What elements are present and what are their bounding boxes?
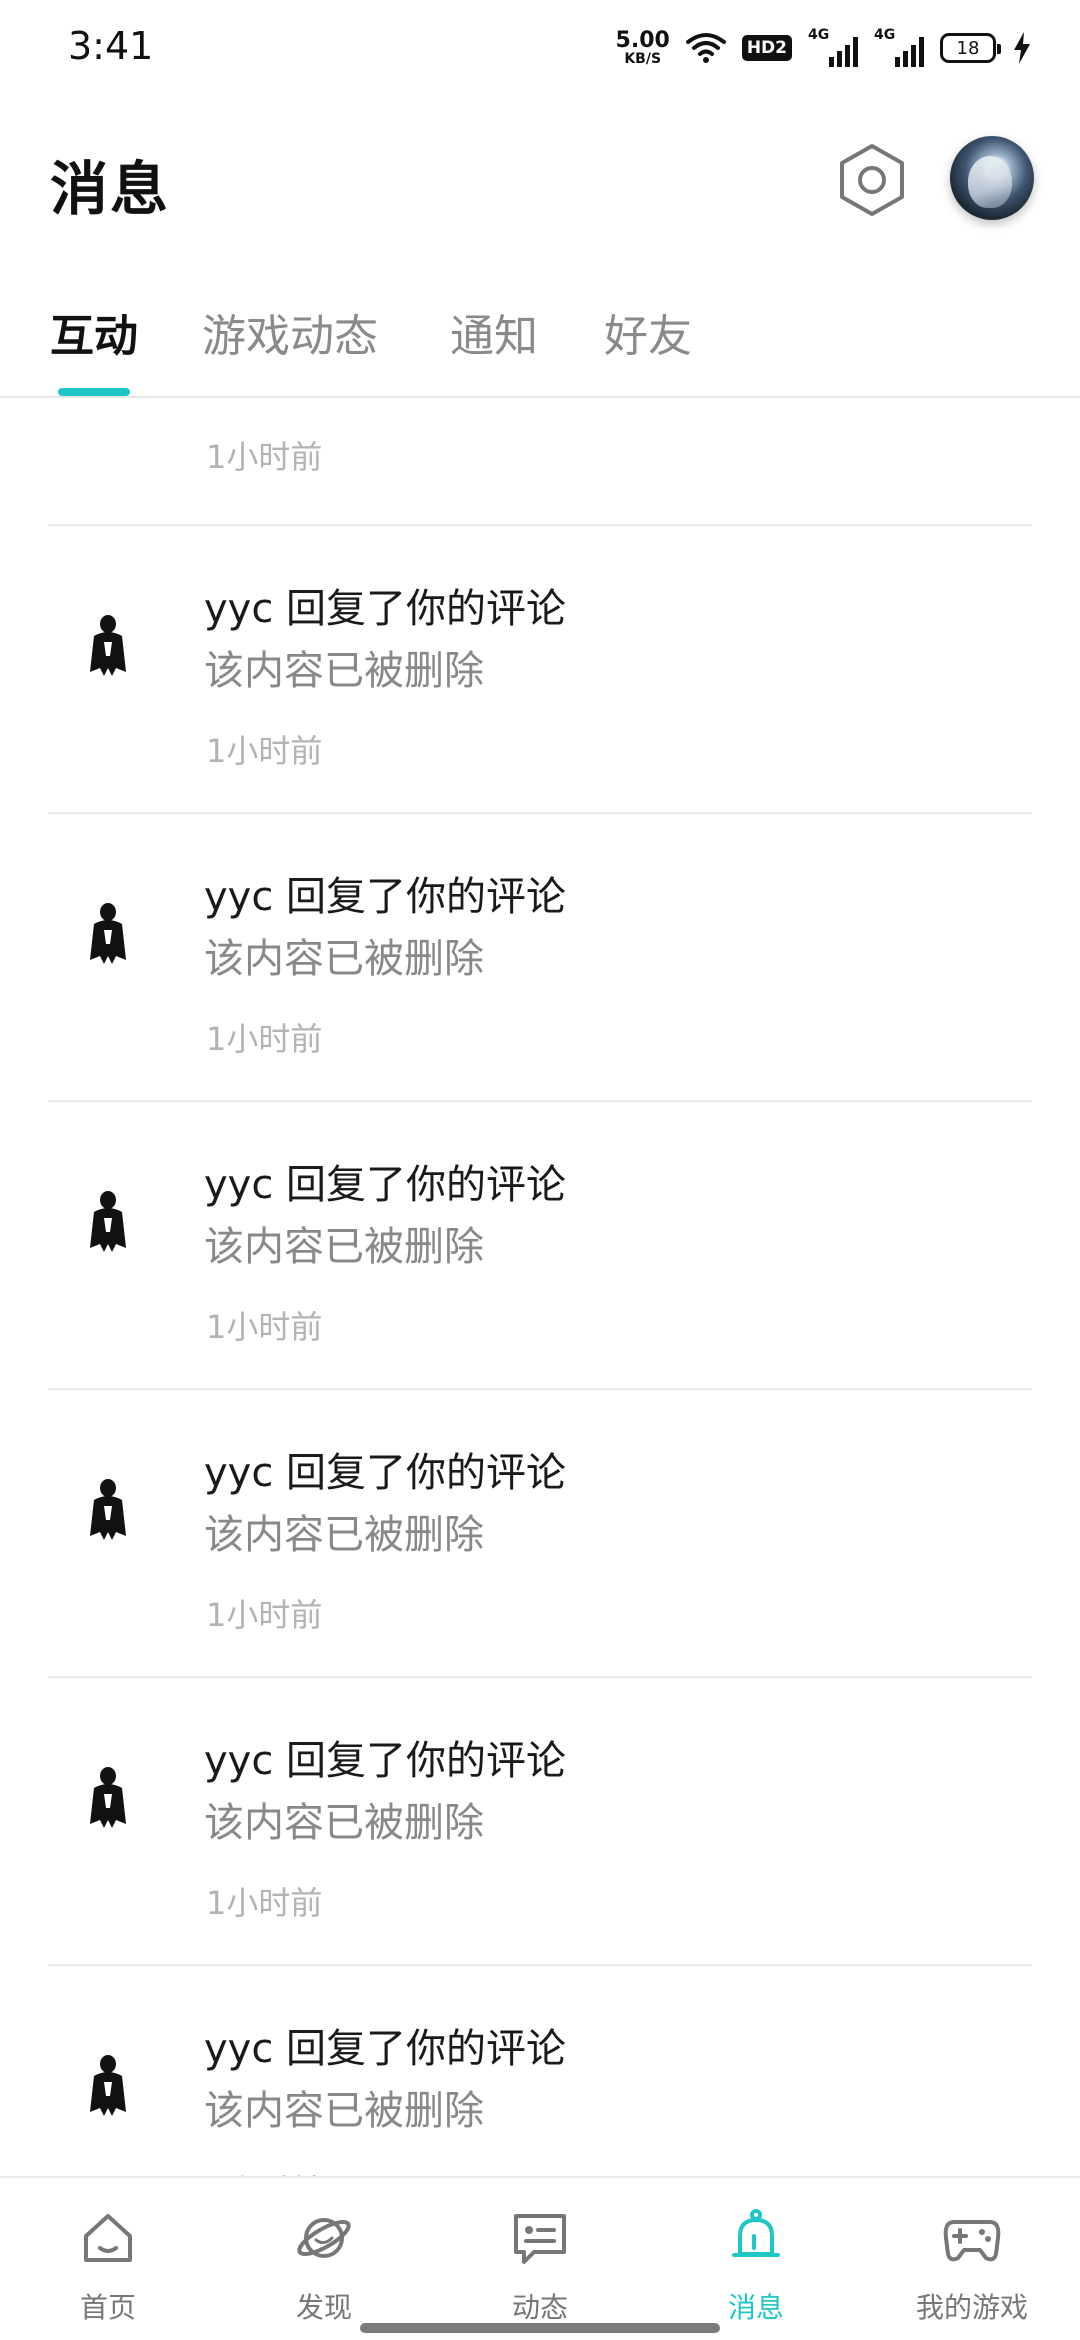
nav-feed[interactable]: 动态 xyxy=(432,2178,648,2340)
tab-friends[interactable]: 好友 xyxy=(604,300,692,364)
message-time: 1小时前 xyxy=(206,1020,323,1058)
message-body: 该内容已被删除 xyxy=(204,2088,484,2134)
tab-game-news[interactable]: 游戏动态 xyxy=(202,300,378,364)
tab-notifications[interactable]: 通知 xyxy=(450,300,538,364)
hd-voice-badge: HD2 xyxy=(741,35,792,61)
list-item[interactable]: yyc 回复了你的评论 该内容已被删除 1小时前 xyxy=(0,1102,1080,1390)
status-bar: 3:41 5.00 KB/S HD2 4G 4G 18 xyxy=(0,0,1080,96)
list-item[interactable]: yyc 回复了你的评论 该内容已被删除 1小时前 xyxy=(0,526,1080,814)
nav-my-games-label: 我的游戏 xyxy=(915,2291,1028,2324)
message-time: 1小时前 xyxy=(206,1884,323,1922)
status-time: 3:41 xyxy=(68,24,154,68)
charging-bolt-icon xyxy=(1014,32,1030,64)
list-item[interactable]: yyc 回复了你的评论 该内容已被删除 1小时前 xyxy=(0,1966,1080,2176)
bell-icon xyxy=(732,2209,780,2257)
signal-1-label: 4G xyxy=(808,27,830,43)
home-indicator[interactable] xyxy=(360,2323,720,2333)
nav-home[interactable]: 首页 xyxy=(0,2178,216,2340)
list-item[interactable]: 1小时前 xyxy=(0,400,1080,526)
nav-my-games[interactable]: 我的游戏 xyxy=(864,2178,1080,2340)
user-avatar[interactable] xyxy=(950,136,1034,220)
message-list[interactable]: 1小时前 yyc 回复了你的评论 该内容已被删除 1小时前 yyc 回复了你的评… xyxy=(0,400,1080,2176)
user-avatar-icon[interactable] xyxy=(86,612,130,678)
user-avatar-icon[interactable] xyxy=(86,2052,130,2118)
message-body: 该内容已被删除 xyxy=(204,648,484,694)
message-title: yyc 回复了你的评论 xyxy=(204,1450,567,1496)
bottom-nav: 首页 发现 动态 消息 我的游戏 xyxy=(0,2176,1080,2340)
user-avatar-icon[interactable] xyxy=(86,1188,130,1254)
chat-card-icon xyxy=(514,2214,566,2264)
nav-feed-label: 动态 xyxy=(511,2291,568,2324)
list-item[interactable]: yyc 回复了你的评论 该内容已被删除 1小时前 xyxy=(0,814,1080,1102)
message-time: 1小时前 xyxy=(206,438,323,476)
settings-button[interactable] xyxy=(832,140,912,220)
network-speed-value: 5.00 xyxy=(615,28,670,53)
list-item[interactable]: yyc 回复了你的评论 该内容已被删除 1小时前 xyxy=(0,1678,1080,1966)
app-screen: 3:41 5.00 KB/S HD2 4G 4G 18 消息 互动 游戏动态 通… xyxy=(0,0,1080,2340)
message-time: 1小时前 xyxy=(206,1596,323,1634)
user-avatar-icon[interactable] xyxy=(86,1476,130,1542)
nav-discover-label: 发现 xyxy=(295,2291,352,2324)
message-body: 该内容已被删除 xyxy=(204,1224,484,1270)
signal-2-icon: 4G xyxy=(874,27,924,67)
message-title: yyc 回复了你的评论 xyxy=(204,874,567,920)
message-time: 1小时前 xyxy=(206,2166,322,2176)
gamepad-icon xyxy=(943,2220,1001,2262)
network-speed-unit: KB/S xyxy=(624,51,662,67)
header: 消息 xyxy=(0,96,1080,266)
settings-hexagon-icon xyxy=(840,144,904,216)
message-title: yyc 回复了你的评论 xyxy=(204,586,567,632)
message-body: 该内容已被删除 xyxy=(204,1512,484,1558)
message-title: yyc 回复了你的评论 xyxy=(204,2026,567,2072)
tab-bar: 互动 游戏动态 通知 好友 xyxy=(0,266,1080,398)
battery-icon: 18 xyxy=(940,33,1001,63)
nav-messages[interactable]: 消息 xyxy=(648,2178,864,2340)
message-time: 1小时前 xyxy=(206,732,323,770)
home-icon xyxy=(84,2214,132,2262)
message-time: 1小时前 xyxy=(206,1308,323,1346)
signal-2-label: 4G xyxy=(874,27,896,43)
planet-icon xyxy=(297,2218,351,2258)
signal-1-icon: 4G xyxy=(808,27,858,67)
message-title: yyc 回复了你的评论 xyxy=(204,1162,567,1208)
battery-level: 18 xyxy=(956,37,980,59)
status-icons: 5.00 KB/S HD2 4G 4G 18 xyxy=(616,26,1032,70)
tab-interaction[interactable]: 互动 xyxy=(50,300,138,364)
user-avatar-icon[interactable] xyxy=(86,900,130,966)
message-title: yyc 回复了你的评论 xyxy=(204,1738,567,1784)
message-body: 该内容已被删除 xyxy=(204,1800,484,1846)
list-item[interactable]: yyc 回复了你的评论 该内容已被删除 1小时前 xyxy=(0,1390,1080,1678)
network-speed: 5.00 KB/S xyxy=(615,28,670,67)
page-title: 消息 xyxy=(50,155,171,223)
active-tab-indicator xyxy=(58,388,130,396)
nav-discover[interactable]: 发现 xyxy=(216,2178,432,2340)
message-body: 该内容已被删除 xyxy=(204,936,484,982)
nav-home-label: 首页 xyxy=(79,2291,136,2324)
nav-messages-label: 消息 xyxy=(727,2291,784,2324)
wifi-icon xyxy=(685,33,726,63)
user-avatar-icon[interactable] xyxy=(86,1764,130,1830)
